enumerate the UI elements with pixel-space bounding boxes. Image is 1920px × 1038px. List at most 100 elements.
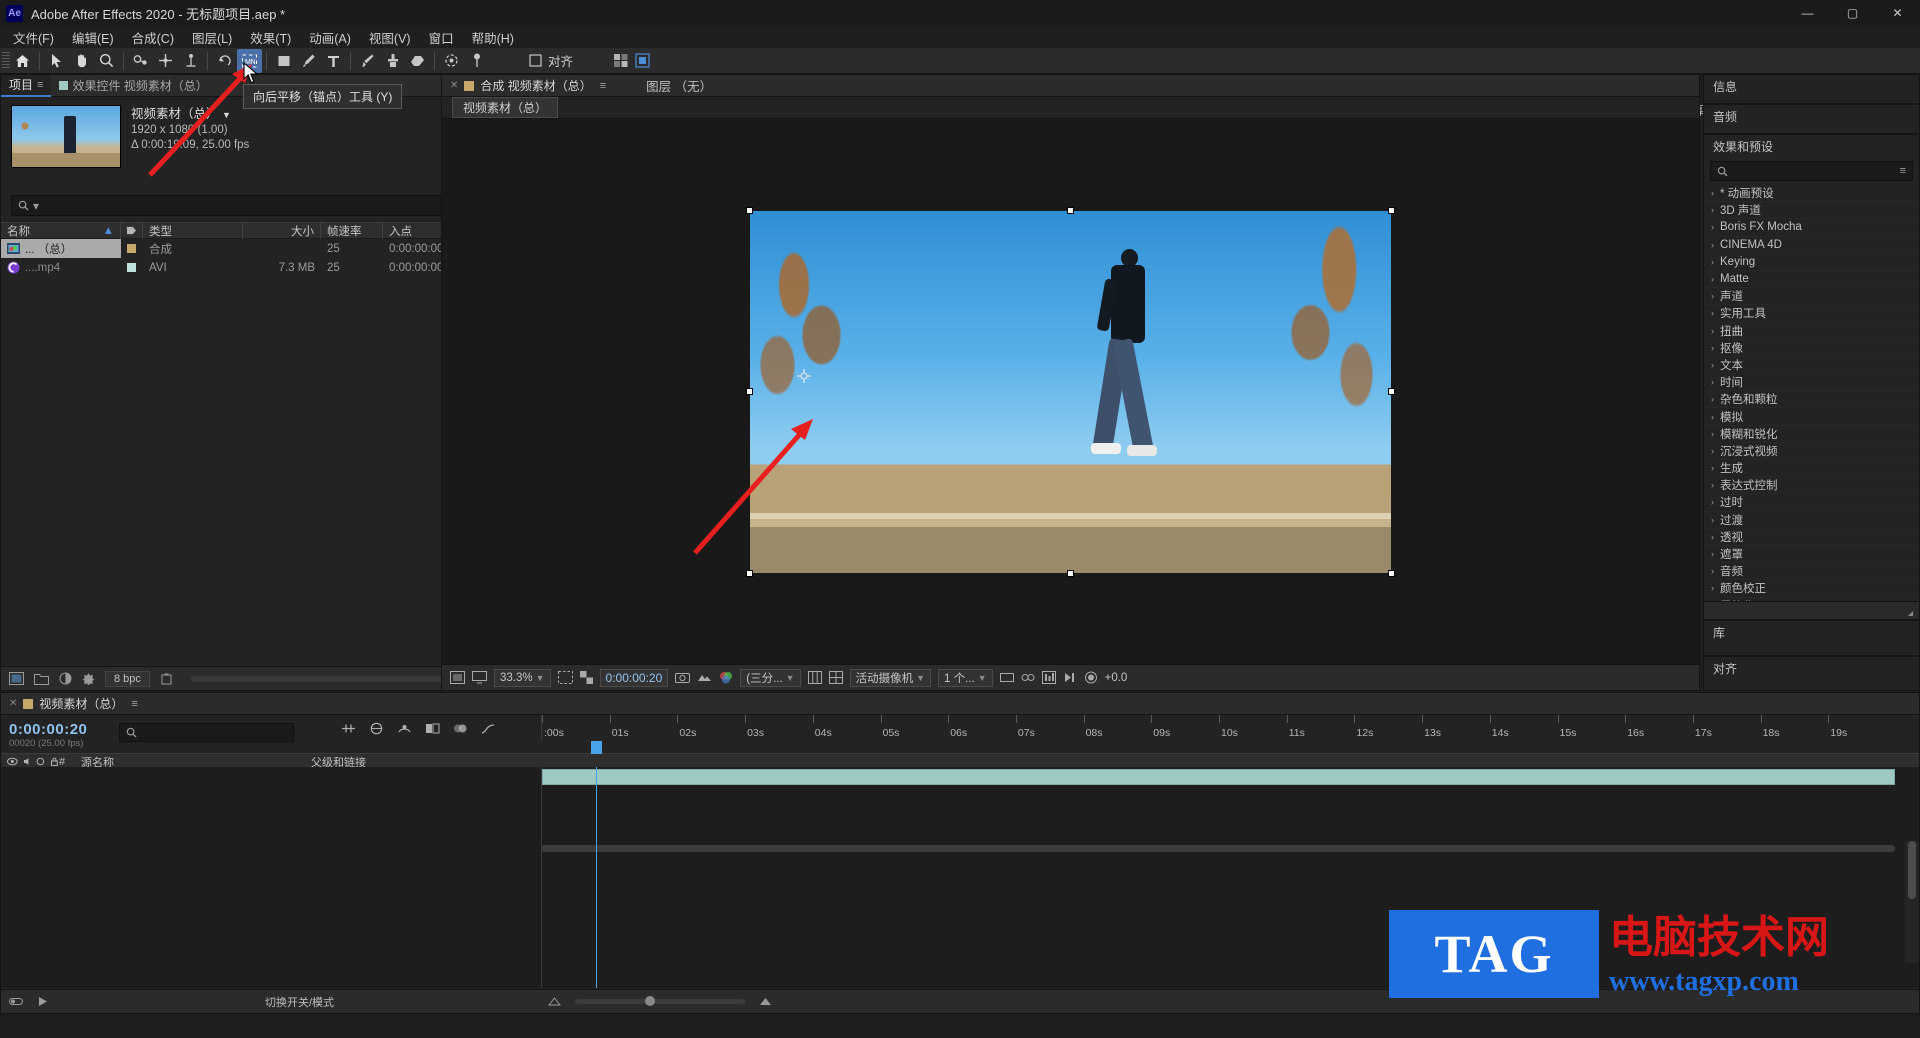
- menu-edit[interactable]: 编辑(E): [63, 25, 123, 50]
- color-depth-icon[interactable]: [59, 672, 72, 685]
- effect-category-item[interactable]: › Boris FX Mocha: [1704, 219, 1919, 237]
- transparency-grid-icon[interactable]: [579, 671, 593, 684]
- toggle-switches-icon[interactable]: [9, 995, 23, 1008]
- effects-category-list[interactable]: › * 动画预设 › 3D 声道 › Boris FX Mocha › CINEMA 4D › K…: [1704, 185, 1919, 601]
- zoom-tool[interactable]: [94, 49, 119, 73]
- col-fps[interactable]: 帧速率: [321, 222, 383, 239]
- motion-blur-icon[interactable]: [453, 722, 468, 735]
- puppet-pin-tool[interactable]: [464, 49, 489, 73]
- chevron-right-icon[interactable]: ›: [1711, 566, 1714, 576]
- selection-tool[interactable]: [44, 49, 69, 73]
- tab-composition-label[interactable]: 合成 视频素材（总）: [480, 77, 591, 94]
- effect-category-item[interactable]: › * 动画预设: [1704, 185, 1919, 203]
- layer-handle-mr[interactable]: [1388, 387, 1395, 395]
- chevron-right-icon[interactable]: ›: [1711, 480, 1714, 490]
- snapping-icon[interactable]: [635, 53, 651, 68]
- effect-category-item[interactable]: › 过时: [1704, 494, 1919, 512]
- chevron-right-icon[interactable]: ›: [1711, 583, 1714, 593]
- col-type[interactable]: 类型: [143, 222, 243, 239]
- timeline-render-icon[interactable]: [37, 995, 51, 1008]
- layer-handle-bc[interactable]: [1067, 569, 1074, 577]
- project-settings-icon[interactable]: [82, 672, 95, 685]
- chevron-right-icon[interactable]: ›: [1711, 240, 1714, 250]
- tab-effect-controls[interactable]: 效果控件 视频素材（总）: [51, 75, 215, 97]
- chevron-right-icon[interactable]: ›: [1711, 377, 1714, 387]
- chevron-right-icon[interactable]: ›: [1711, 257, 1714, 267]
- effect-category-item[interactable]: › 遮罩: [1704, 546, 1919, 564]
- effects-search-input[interactable]: ≡: [1710, 161, 1913, 181]
- effect-category-item[interactable]: › 透视: [1704, 529, 1919, 546]
- layer-handle-ml[interactable]: [746, 387, 753, 395]
- search-dropdown-icon[interactable]: ▾: [33, 199, 39, 213]
- resize-grip-icon[interactable]: [1902, 605, 1913, 616]
- timeline-jump-icon[interactable]: [1063, 671, 1077, 684]
- graph-editor-icon[interactable]: [481, 722, 496, 735]
- rotation-tool[interactable]: [128, 49, 153, 73]
- menu-help[interactable]: 帮助(H): [463, 25, 523, 50]
- solo-icon[interactable]: [36, 757, 45, 766]
- 3d-view-icon[interactable]: [828, 671, 843, 684]
- monitor-icon[interactable]: [472, 671, 487, 684]
- pen-tool[interactable]: [296, 49, 321, 73]
- bit-depth-button[interactable]: 8 bpc: [105, 670, 150, 687]
- fast-previews-icon[interactable]: [1041, 671, 1056, 684]
- frame-blending-icon[interactable]: [425, 722, 440, 735]
- effect-category-item[interactable]: › CINEMA 4D: [1704, 237, 1919, 254]
- close-tab-icon[interactable]: ✕: [9, 698, 17, 709]
- clone-stamp-tool[interactable]: [380, 49, 405, 73]
- effect-category-item[interactable]: › 杂色和颗粒: [1704, 391, 1919, 409]
- effects-menu-icon[interactable]: ≡: [1900, 165, 1906, 177]
- draft-3d-icon[interactable]: [369, 722, 384, 735]
- timeline-zoom-slider[interactable]: [575, 996, 746, 1006]
- tab-timeline-label[interactable]: 视频素材（总）: [39, 695, 123, 712]
- row-label-cell[interactable]: [121, 239, 143, 258]
- effect-category-item[interactable]: › 文本: [1704, 357, 1919, 375]
- tab-project[interactable]: 项目 ≡: [1, 74, 52, 97]
- effect-category-item[interactable]: › 3D 声道: [1704, 202, 1919, 220]
- unified-camera-tool[interactable]: [153, 49, 178, 73]
- menu-effect[interactable]: 效果(T): [241, 25, 300, 50]
- new-composition-icon[interactable]: [9, 672, 24, 685]
- composition-mini-flowchart-icon[interactable]: [341, 722, 356, 735]
- scrollbar-thumb[interactable]: [1908, 841, 1916, 899]
- menu-animation[interactable]: 动画(A): [300, 25, 360, 50]
- minimize-button[interactable]: —: [1785, 0, 1830, 26]
- pixel-aspect-icon[interactable]: [999, 671, 1014, 684]
- views-count-dropdown[interactable]: 1 个... ▼: [938, 668, 993, 687]
- label-swatch[interactable]: [127, 244, 136, 253]
- zoom-out-icon[interactable]: [548, 996, 562, 1007]
- chevron-right-icon[interactable]: ›: [1711, 463, 1714, 473]
- exposure-icon[interactable]: [1084, 671, 1098, 684]
- composition-viewer[interactable]: [746, 206, 1395, 577]
- lock-icon[interactable]: [50, 757, 59, 766]
- shape-tool[interactable]: [271, 49, 296, 73]
- timeline-menu-icon[interactable]: ≡: [131, 698, 137, 710]
- effect-category-item[interactable]: › Keying: [1704, 254, 1919, 271]
- effect-category-item[interactable]: › 生成: [1704, 460, 1919, 478]
- row-name-cell[interactable]: ... （总）: [1, 239, 121, 258]
- audio-icon[interactable]: [23, 757, 32, 766]
- effect-category-item[interactable]: › 扭曲: [1704, 323, 1919, 340]
- chevron-right-icon[interactable]: ›: [1711, 360, 1714, 370]
- new-folder-icon[interactable]: [34, 672, 49, 685]
- timeline-link-icon[interactable]: [1021, 671, 1035, 684]
- chevron-right-icon[interactable]: ›: [1711, 205, 1714, 215]
- chevron-right-icon[interactable]: ›: [1711, 549, 1714, 559]
- timeline-current-time[interactable]: 0:00:00:20 00020 (25.00 fps): [9, 721, 87, 749]
- layer-clip-bar[interactable]: [542, 769, 1895, 785]
- layer-handle-bl[interactable]: [746, 569, 753, 577]
- layer-handle-tr[interactable]: [1388, 206, 1395, 214]
- layer-handle-tc[interactable]: [1067, 206, 1074, 214]
- current-time-display[interactable]: 0:00:00:20: [599, 668, 669, 687]
- grid-icon[interactable]: [613, 53, 629, 68]
- timeline-vertical-scrollbar[interactable]: [1905, 841, 1919, 963]
- effect-category-item[interactable]: › 实用工具: [1704, 305, 1919, 323]
- camera-view-dropdown[interactable]: 活动摄像机 ▼: [849, 668, 932, 687]
- layer-handle-br[interactable]: [1388, 569, 1395, 577]
- effect-category-item[interactable]: › 抠像: [1704, 340, 1919, 357]
- col-label-tag[interactable]: [121, 222, 143, 239]
- menu-layer[interactable]: 图层(L): [183, 25, 241, 50]
- eye-icon[interactable]: [7, 757, 18, 766]
- label-swatch[interactable]: [127, 263, 136, 272]
- effect-category-item[interactable]: › 时间: [1704, 374, 1919, 392]
